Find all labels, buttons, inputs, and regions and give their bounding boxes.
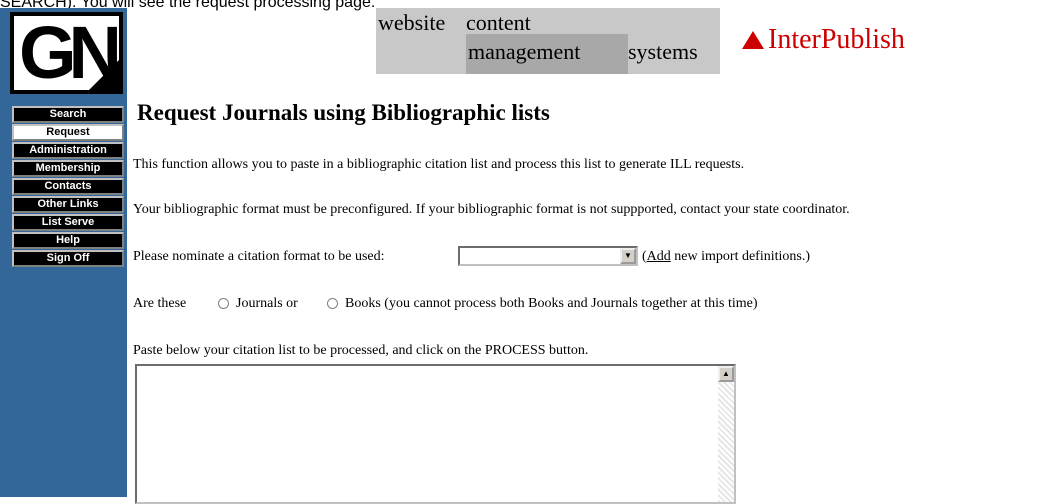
logo-corner-shape [89,60,119,90]
nav-contacts-button[interactable]: Contacts [12,178,124,195]
dropdown-arrow-icon[interactable]: ▼ [620,248,636,264]
gn-logo[interactable]: GN [10,11,123,94]
scroll-up-icon[interactable]: ▲ [718,366,734,382]
nav-menu: Search Request Administration Membership… [12,106,124,268]
intro-text: This function allows you to paste in a b… [133,157,745,172]
triangle-icon [742,31,764,49]
banner-word-content: content [466,10,531,35]
add-import-text: (Add new import definitions.) [642,249,810,264]
nav-list-serve-button[interactable]: List Serve [12,214,124,231]
citation-format-select[interactable]: ▼ [458,246,638,266]
format-note-text: Your bibliographic format must be precon… [133,202,850,217]
banner-word-systems: systems [628,39,698,64]
nav-other-links-button[interactable]: Other Links [12,196,124,213]
citation-list-textarea[interactable]: ▲ [135,364,736,504]
nominate-label: Please nominate a citation format to be … [133,249,385,264]
journals-label: Journals or [236,296,298,311]
page-title: Request Journals using Bibliographic lis… [137,100,550,125]
journals-radio[interactable] [218,298,229,309]
banner-word-management: management [468,39,581,64]
nav-membership-button[interactable]: Membership [12,160,124,177]
interpublish-text: InterPublish [768,24,905,55]
nav-help-button[interactable]: Help [12,232,124,249]
nav-search-button[interactable]: Search [12,106,124,123]
textarea-scrollbar[interactable]: ▲ [718,366,734,502]
are-these-label: Are these [133,296,187,311]
sidebar: GN Search Request Administration Members… [0,8,127,497]
banner-word-website: website [378,10,446,35]
books-radio[interactable] [327,298,338,309]
nav-sign-off-button[interactable]: Sign Off [12,250,124,267]
add-link[interactable]: Add [647,249,671,264]
paste-label: Paste below your citation list to be pro… [133,343,589,358]
books-label: Books (you cannot process both Books and… [345,296,758,311]
